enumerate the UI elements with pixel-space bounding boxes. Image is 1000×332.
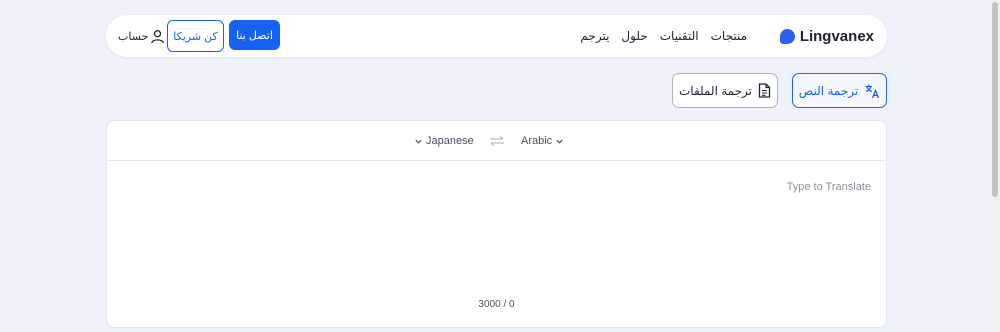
user-icon bbox=[151, 29, 165, 43]
translate-files-label: ترجمة الملفات bbox=[678, 83, 752, 98]
source-language-select[interactable]: Japanese bbox=[414, 121, 474, 161]
translate-files-tab[interactable]: ترجمة الملفات bbox=[672, 73, 778, 108]
nav-item-translate[interactable]: يترجم bbox=[580, 29, 609, 43]
account-label: حساب bbox=[118, 30, 149, 43]
target-language-label: Arabic bbox=[521, 135, 553, 147]
translate-icon bbox=[865, 84, 880, 98]
translate-text-tab[interactable]: ترجمة النص bbox=[792, 73, 887, 108]
top-header: Lingvanex منتجات التقنيات حلول يترجم اتص… bbox=[106, 15, 887, 57]
logo-icon bbox=[779, 28, 795, 44]
account-link[interactable]: حساب bbox=[118, 15, 165, 57]
swap-languages-icon[interactable] bbox=[489, 134, 505, 148]
nav-item-technologies[interactable]: التقنيات bbox=[660, 29, 699, 43]
translate-text-label: ترجمة النص bbox=[798, 83, 859, 98]
target-language-select[interactable]: Arabic bbox=[521, 121, 564, 161]
language-bar: Japanese Arabic bbox=[107, 121, 886, 161]
chevron-down-icon bbox=[556, 139, 563, 144]
translator-panel: Japanese Arabic Type to Translate 3000 /… bbox=[106, 120, 887, 328]
source-text-input[interactable]: Type to Translate bbox=[787, 181, 871, 193]
chevron-down-icon bbox=[415, 139, 422, 144]
character-counter: 3000 / 0 bbox=[478, 299, 515, 310]
nav-item-products[interactable]: منتجات bbox=[711, 29, 747, 43]
main-nav: منتجات التقنيات حلول يترجم bbox=[580, 15, 747, 57]
logo[interactable]: Lingvanex bbox=[779, 15, 874, 57]
nav-item-solutions[interactable]: حلول bbox=[621, 29, 647, 43]
scrollbar-thumb[interactable] bbox=[992, 2, 998, 197]
contact-us-button[interactable]: اتصل بنا bbox=[229, 20, 280, 50]
page-scrollbar[interactable] bbox=[990, 0, 1000, 332]
source-language-label: Japanese bbox=[426, 135, 474, 147]
logo-text: Lingvanex bbox=[799, 27, 874, 45]
become-partner-button[interactable]: كن شريكا bbox=[167, 20, 224, 52]
document-icon bbox=[758, 83, 771, 98]
